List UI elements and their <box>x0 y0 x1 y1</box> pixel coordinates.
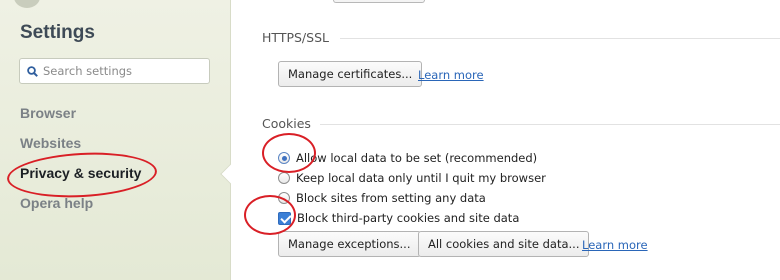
option-label: Allow local data to be set (recommended) <box>296 151 538 165</box>
cookie-option-allow-local-data[interactable]: Allow local data to be set (recommended) <box>278 151 537 165</box>
checkbox[interactable] <box>278 211 291 225</box>
cookies-title: Cookies <box>262 116 311 131</box>
section-divider <box>340 38 780 39</box>
cookie-option-block-third-party[interactable]: Block third-party cookies and site data <box>278 211 519 225</box>
settings-content: HTTPS/SSL Manage certificates... Learn m… <box>232 0 780 280</box>
sidebar-item-websites[interactable]: Websites <box>20 135 81 151</box>
cookie-option-block-all[interactable]: Block sites from setting any data <box>278 191 486 205</box>
settings-sidebar: Settings Browser Websites Privacy & secu… <box>0 0 231 280</box>
sidebar-item-opera-help[interactable]: Opera help <box>20 195 93 211</box>
option-label: Block third-party cookies and site data <box>297 211 520 225</box>
option-label: Block sites from setting any data <box>296 191 486 205</box>
offscreen-button-edge <box>333 0 425 3</box>
page-title: Settings <box>20 22 95 43</box>
radio-button[interactable] <box>278 172 290 184</box>
https-ssl-title: HTTPS/SSL <box>262 30 329 45</box>
search-input[interactable] <box>43 64 203 78</box>
https-learn-more-link[interactable]: Learn more <box>418 68 484 82</box>
search-icon <box>27 65 38 77</box>
cookie-option-keep-until-quit[interactable]: Keep local data only until I quit my bro… <box>278 171 546 185</box>
option-label: Keep local data only until I quit my bro… <box>296 171 546 185</box>
search-box[interactable] <box>19 58 210 84</box>
manage-exceptions-button[interactable]: Manage exceptions... <box>278 231 421 257</box>
radio-button[interactable] <box>278 192 290 204</box>
section-divider <box>320 124 780 125</box>
all-cookies-and-site-data-button[interactable]: All cookies and site data... <box>418 231 590 257</box>
manage-certificates-button[interactable]: Manage certificates... <box>278 61 423 87</box>
sidebar-item-privacy-security[interactable]: Privacy & security <box>20 165 141 181</box>
settings-gear-icon <box>14 0 40 8</box>
radio-button[interactable] <box>278 152 290 164</box>
sidebar-item-browser[interactable]: Browser <box>20 105 76 121</box>
cookies-learn-more-link[interactable]: Learn more <box>582 238 648 252</box>
